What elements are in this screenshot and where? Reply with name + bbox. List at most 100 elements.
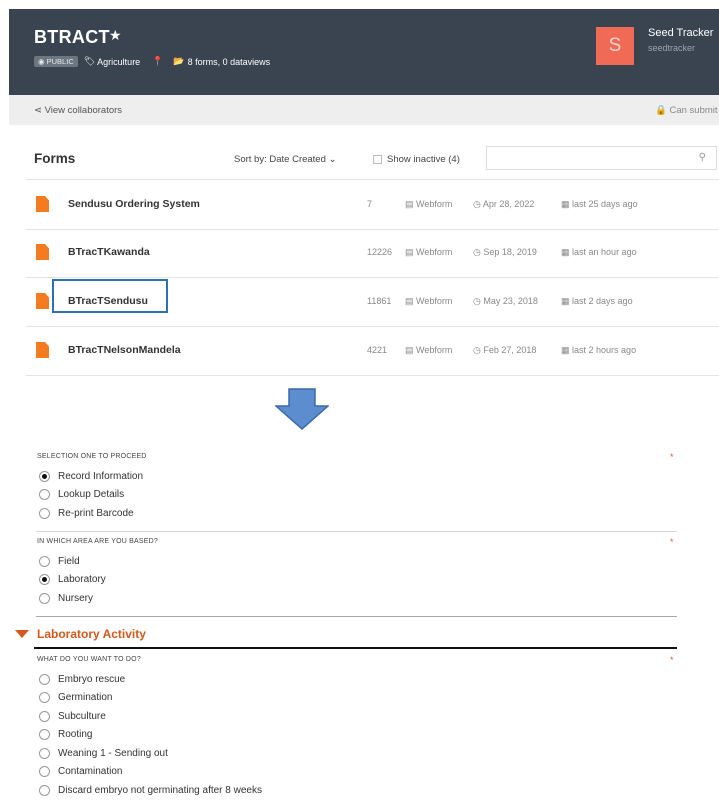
radio-option-embryo-rescue[interactable]: Embryo rescue bbox=[39, 674, 125, 685]
radio-button[interactable] bbox=[39, 785, 50, 796]
collapse-caret-icon[interactable] bbox=[15, 630, 29, 638]
form-type: ▤ Webform bbox=[405, 296, 453, 306]
highlight-box bbox=[52, 279, 168, 313]
calendar-icon: ▦ bbox=[561, 199, 570, 209]
radio-option-field[interactable]: Field bbox=[39, 556, 80, 567]
form-name[interactable]: BTracTKawanda bbox=[68, 246, 150, 258]
document-icon: ▤ bbox=[405, 296, 414, 306]
view-collaborators-link[interactable]: ⋖ View collaborators bbox=[34, 105, 122, 116]
avatar[interactable]: S bbox=[596, 27, 634, 65]
form-row[interactable]: BTracTNelsonMandela 4221 ▤ Webform ◷ Feb… bbox=[26, 326, 719, 376]
eye-icon: ◉ bbox=[38, 57, 45, 66]
folder-icon: 📂 bbox=[173, 56, 185, 66]
share-icon: ⋖ bbox=[34, 105, 42, 116]
radio-button[interactable] bbox=[39, 489, 50, 500]
show-inactive-checkbox[interactable] bbox=[373, 155, 382, 164]
question-label: SELECTION ONE TO PROCEED bbox=[37, 453, 147, 460]
project-header: BTRACT ★ ◉ PUBLIC 🏷 Agriculture 📍 📂 8 fo… bbox=[9, 9, 719, 95]
radio-button[interactable] bbox=[39, 748, 50, 759]
user-username: seedtracker bbox=[648, 43, 696, 53]
search-icon[interactable]: ⚲ bbox=[699, 152, 706, 163]
form-row[interactable]: BTracTKawanda 12226 ▤ Webform ◷ Sep 18, … bbox=[26, 228, 719, 278]
clock-icon: ◷ bbox=[473, 247, 481, 257]
down-arrow-icon bbox=[275, 388, 329, 430]
required-marker: * bbox=[670, 537, 674, 547]
section-divider bbox=[34, 647, 677, 649]
tag-icon: 🏷 bbox=[83, 56, 96, 66]
visibility-badge: ◉ PUBLIC bbox=[34, 56, 78, 67]
calendar-icon: ▦ bbox=[561, 345, 570, 355]
question-label: IN WHICH AREA ARE YOU BASED? bbox=[37, 538, 159, 545]
required-marker: * bbox=[670, 452, 674, 462]
user-name[interactable]: Seed Tracker bbox=[648, 27, 713, 39]
clock-icon: ◷ bbox=[473, 199, 481, 209]
divider bbox=[36, 616, 677, 617]
form-file-icon bbox=[36, 342, 49, 358]
category-label: Agriculture bbox=[97, 56, 141, 67]
location-icon: 📍 bbox=[152, 56, 164, 66]
forms-summary: 8 forms, 0 dataviews bbox=[187, 56, 271, 67]
form-file-icon bbox=[36, 293, 49, 309]
created-date: ◷ Sep 18, 2019 bbox=[473, 247, 537, 257]
last-activity: ▦ last 2 hours ago bbox=[561, 345, 637, 355]
radio-button[interactable] bbox=[39, 593, 50, 604]
last-activity: ▦ last 2 days ago bbox=[561, 296, 633, 306]
radio-button[interactable] bbox=[39, 556, 50, 567]
last-activity: ▦ last an hour ago bbox=[561, 247, 637, 257]
calendar-icon: ▦ bbox=[561, 247, 570, 257]
search-input[interactable]: ⚲ bbox=[486, 146, 717, 170]
radio-button[interactable] bbox=[39, 508, 50, 519]
radio-option-subculture[interactable]: Subculture bbox=[39, 711, 106, 722]
radio-option-lookup-details[interactable]: Lookup Details bbox=[39, 489, 124, 500]
collaborators-bar: ⋖ View collaborators 🔒 Can submit bbox=[9, 95, 719, 125]
question-label: WHAT DO YOU WANT TO DO? bbox=[37, 656, 141, 663]
show-inactive-toggle[interactable]: Show inactive (4) bbox=[373, 154, 460, 165]
submission-count: 4221 bbox=[367, 345, 388, 355]
chevron-down-icon: ⌄ bbox=[328, 154, 337, 165]
calendar-icon: ▦ bbox=[561, 296, 570, 306]
radio-button[interactable] bbox=[39, 711, 50, 722]
submission-count: 12226 bbox=[367, 247, 393, 257]
required-marker: * bbox=[670, 655, 674, 665]
submission-count: 7 bbox=[367, 199, 373, 209]
form-type: ▤ Webform bbox=[405, 247, 453, 257]
radio-button[interactable] bbox=[39, 471, 50, 482]
form-row[interactable]: Sendusu Ordering System 7 ▤ Webform ◷ Ap… bbox=[26, 179, 719, 230]
sort-dropdown[interactable]: Sort by: Date Created ⌄ bbox=[234, 154, 337, 165]
radio-option-germination[interactable]: Germination bbox=[39, 692, 112, 703]
form-name[interactable]: Sendusu Ordering System bbox=[68, 198, 200, 210]
star-icon[interactable]: ★ bbox=[109, 27, 122, 44]
lock-icon: 🔒 bbox=[655, 105, 667, 116]
radio-option-contamination[interactable]: Contamination bbox=[39, 766, 122, 777]
radio-option-rooting[interactable]: Rooting bbox=[39, 729, 92, 740]
created-date: ◷ May 23, 2018 bbox=[473, 296, 538, 306]
form-file-icon bbox=[36, 196, 49, 212]
radio-option-weaning-1[interactable]: Weaning 1 - Sending out bbox=[39, 748, 168, 759]
document-icon: ▤ bbox=[405, 345, 414, 355]
radio-option-record-information[interactable]: Record Information bbox=[39, 471, 143, 482]
clock-icon: ◷ bbox=[473, 296, 481, 306]
created-date: ◷ Feb 27, 2018 bbox=[473, 345, 537, 355]
radio-option-nursery[interactable]: Nursery bbox=[39, 593, 93, 604]
clock-icon: ◷ bbox=[473, 345, 481, 355]
radio-button[interactable] bbox=[39, 574, 50, 585]
forms-heading: Forms bbox=[34, 151, 76, 166]
document-icon: ▤ bbox=[405, 199, 414, 209]
section-title[interactable]: Laboratory Activity bbox=[37, 627, 146, 641]
submission-count: 11861 bbox=[367, 296, 392, 306]
permission-status: 🔒 Can submit bbox=[655, 105, 718, 116]
radio-button[interactable] bbox=[39, 766, 50, 777]
radio-button[interactable] bbox=[39, 692, 50, 703]
last-activity: ▦ last 25 days ago bbox=[561, 199, 638, 209]
radio-option-laboratory[interactable]: Laboratory bbox=[39, 574, 106, 585]
project-meta: ◉ PUBLIC 🏷 Agriculture 📍 📂 8 forms, 0 da… bbox=[34, 56, 270, 67]
radio-option-discard-embryo[interactable]: Discard embryo not germinating after 8 w… bbox=[39, 785, 262, 796]
form-file-icon bbox=[36, 244, 49, 260]
radio-option-reprint-barcode[interactable]: Re-print Barcode bbox=[39, 508, 134, 519]
radio-button[interactable] bbox=[39, 674, 50, 685]
divider bbox=[36, 531, 677, 532]
radio-button[interactable] bbox=[39, 729, 50, 740]
form-name[interactable]: BTracTNelsonMandela bbox=[68, 344, 181, 356]
project-title: BTRACT bbox=[34, 27, 110, 47]
form-type: ▤ Webform bbox=[405, 199, 453, 209]
